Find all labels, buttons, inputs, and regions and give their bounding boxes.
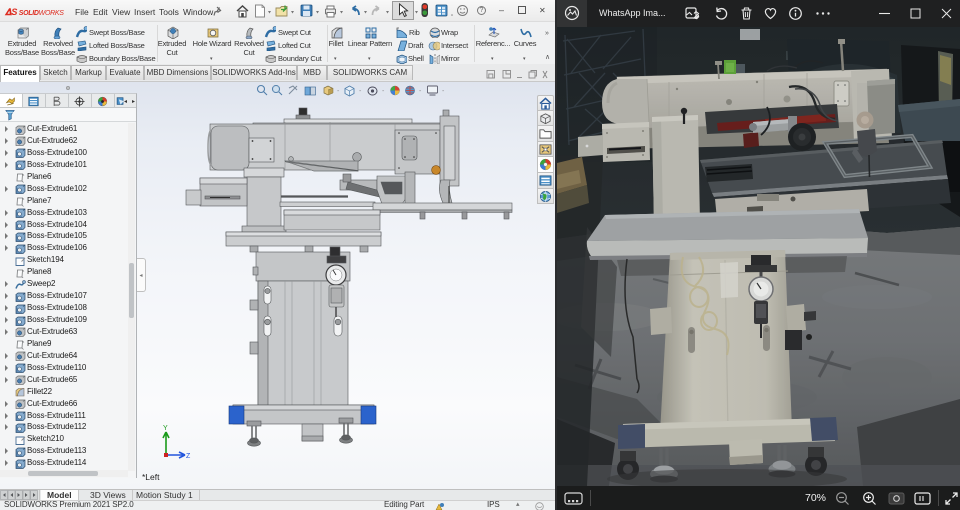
svg-text:-: -: [442, 88, 445, 95]
svg-text:-: -: [382, 88, 385, 95]
svg-text:-: -: [419, 88, 422, 95]
svg-text:Z: Z: [186, 453, 191, 460]
svg-text:-: -: [337, 88, 340, 95]
svg-text:-: -: [359, 88, 362, 95]
svg-text:Y: Y: [163, 425, 168, 432]
